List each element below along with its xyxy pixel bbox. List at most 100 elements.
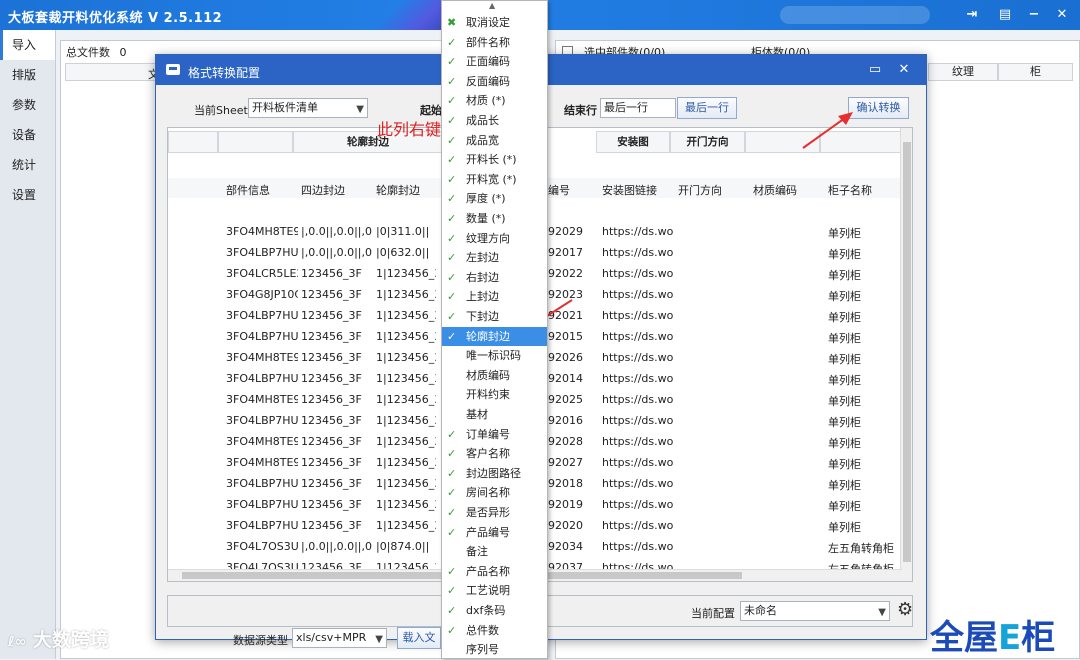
menu-item[interactable]: ✓ 部件名称 bbox=[442, 33, 547, 53]
menu-item-label: 订单编号 bbox=[466, 427, 510, 441]
menu-item[interactable]: ✓ 轮廓封边 bbox=[442, 326, 547, 347]
menu-item[interactable]: 序列号 bbox=[442, 640, 547, 660]
menu-item[interactable]: ✓ 成品宽 bbox=[442, 131, 547, 151]
menu-item-label: 工艺说明 bbox=[466, 584, 510, 598]
menu-item-label: 右封边 bbox=[466, 270, 499, 284]
scroll-up-icon[interactable]: ▲ bbox=[489, 1, 495, 10]
menu-item[interactable]: ✓ 上封边 bbox=[442, 287, 547, 307]
menu-item-label: 产品编号 bbox=[466, 525, 510, 539]
menu-item[interactable]: ✓ 订单编号 bbox=[442, 425, 547, 445]
arrowhead-icon bbox=[838, 112, 853, 125]
menu-item-label: 总件数 bbox=[466, 623, 499, 637]
menu-item-label: 左封边 bbox=[466, 251, 499, 265]
check-icon: ✓ bbox=[447, 192, 457, 206]
menu-item[interactable]: ✓ 是否异形 bbox=[442, 503, 547, 523]
column-context-menu: ▲ ✖ 取消设定 ✓ 部件名称 ✓ 正面编码 ✓ 反面编码 ✓ 材质 (*) ✓ 成品长 ✓ 成品宽 ✓ 开料… bbox=[441, 0, 548, 659]
menu-item-label: 产品名称 bbox=[466, 564, 510, 578]
menu-item-label: 数量 (*) bbox=[466, 212, 506, 225]
menu-item[interactable]: ✓ 客户名称 bbox=[442, 444, 547, 464]
menu-item-label: 取消设定 bbox=[466, 16, 510, 29]
check-icon: ✓ bbox=[447, 564, 457, 578]
menu-item-label: 开料约束 bbox=[466, 388, 510, 402]
check-icon: ✓ bbox=[447, 133, 457, 147]
check-icon: ✓ bbox=[447, 55, 457, 69]
menu-item[interactable]: ✓ 封边图路径 bbox=[442, 464, 547, 484]
check-icon: ✓ bbox=[447, 251, 457, 265]
menu-item[interactable]: ✓ 总件数 bbox=[442, 621, 547, 641]
check-icon: ✓ bbox=[447, 153, 457, 167]
check-icon: ✓ bbox=[447, 427, 457, 441]
menu-item[interactable]: ✓ 下封边 bbox=[442, 307, 547, 327]
menu-item[interactable]: ✓ 工艺说明 bbox=[442, 581, 547, 601]
menu-item-label: 是否异形 bbox=[466, 506, 510, 519]
menu-item-label: 开料宽 (*) bbox=[466, 172, 517, 186]
menu-item[interactable]: ✓ 房间名称 bbox=[442, 483, 547, 503]
menu-item-label: 部件名称 bbox=[466, 35, 510, 49]
menu-item-label: 成品宽 bbox=[466, 133, 499, 147]
menu-item-label: 材质编码 bbox=[466, 368, 510, 382]
menu-item-label: 房间名称 bbox=[466, 486, 510, 500]
menu-item[interactable]: ✓ dxf条码 bbox=[442, 601, 547, 621]
watermark-left-text: 大数跨境 bbox=[32, 629, 109, 651]
menu-item-label: 唯一标识码 bbox=[466, 349, 521, 363]
check-icon: ✓ bbox=[447, 310, 457, 323]
check-icon: ✓ bbox=[447, 506, 457, 519]
menu-item[interactable]: ✖ 取消设定 bbox=[442, 13, 547, 33]
menu-item[interactable]: ✓ 正面编码 bbox=[442, 52, 547, 72]
check-icon: ✓ bbox=[447, 447, 457, 461]
menu-item-label: 纹理方向 bbox=[466, 231, 510, 245]
menu-item[interactable]: ✓ 右封边 bbox=[442, 268, 547, 288]
menu-item[interactable]: ✓ 反面编码 bbox=[442, 72, 547, 92]
menu-item[interactable]: ✓ 开料长 (*) bbox=[442, 150, 547, 170]
watermark-logo-right: 全屋E柜 bbox=[930, 610, 1055, 659]
check-icon: ✓ bbox=[447, 584, 457, 598]
menu-item[interactable]: 开料约束 bbox=[442, 385, 547, 405]
menu-item[interactable]: ✓ 产品编号 bbox=[442, 523, 547, 543]
menu-item-label: 开料长 (*) bbox=[466, 153, 517, 167]
check-icon: ✓ bbox=[447, 329, 457, 343]
check-icon: ✓ bbox=[447, 94, 457, 108]
menu-item-label: 正面编码 bbox=[466, 55, 510, 69]
menu-item[interactable]: ✓ 成品长 bbox=[442, 111, 547, 131]
menu-item-label: 基材 bbox=[466, 408, 488, 421]
menu-item-label: 客户名称 bbox=[466, 447, 510, 461]
menu-item-label: 反面编码 bbox=[466, 74, 510, 88]
watermark-logo-left: ℓ∞ 大数跨境 bbox=[8, 625, 109, 652]
menu-item[interactable]: 材质编码 bbox=[442, 366, 547, 386]
check-icon: ✓ bbox=[447, 486, 457, 500]
cancel-icon: ✖ bbox=[447, 16, 457, 29]
menu-item[interactable]: ✓ 厚度 (*) bbox=[442, 189, 547, 209]
check-icon: ✓ bbox=[447, 114, 457, 127]
check-icon: ✓ bbox=[447, 270, 457, 284]
check-icon: ✓ bbox=[447, 604, 457, 617]
menu-item-label: 下封边 bbox=[466, 310, 499, 323]
menu-item-label: 序列号 bbox=[466, 643, 499, 657]
logo-mark-icon: ℓ∞ bbox=[8, 634, 27, 650]
check-icon: ✓ bbox=[447, 74, 457, 88]
menu-item[interactable]: ✓ 左封边 bbox=[442, 248, 547, 268]
menu-item-label: 封边图路径 bbox=[466, 466, 521, 480]
menu-item[interactable]: ✓ 纹理方向 bbox=[442, 229, 547, 249]
menu-item-label: 备注 bbox=[466, 545, 488, 559]
menu-item-label: 成品长 bbox=[466, 114, 499, 127]
menu-item[interactable]: ✓ 数量 (*) bbox=[442, 209, 547, 229]
menu-item[interactable]: 唯一标识码 bbox=[442, 346, 547, 366]
check-icon: ✓ bbox=[447, 623, 457, 637]
check-icon: ✓ bbox=[447, 525, 457, 539]
menu-item-label: 上封边 bbox=[466, 290, 499, 304]
menu-item-label: 轮廓封边 bbox=[466, 329, 510, 343]
menu-item-label: dxf条码 bbox=[466, 604, 506, 617]
watermark-right-a: 全屋 bbox=[930, 618, 998, 658]
check-icon: ✓ bbox=[447, 212, 457, 225]
arrow-to-confirm bbox=[802, 117, 846, 149]
menu-item[interactable]: 基材 bbox=[442, 405, 547, 425]
check-icon: ✓ bbox=[447, 35, 457, 49]
check-icon: ✓ bbox=[447, 466, 457, 480]
menu-item[interactable]: ✓ 产品名称 bbox=[442, 562, 547, 582]
check-icon: ✓ bbox=[447, 290, 457, 304]
check-icon: ✓ bbox=[447, 231, 457, 245]
menu-item[interactable]: ✓ 开料宽 (*) bbox=[442, 170, 547, 190]
menu-item[interactable]: ✓ 材质 (*) bbox=[442, 91, 547, 111]
watermark-right-b: E bbox=[998, 618, 1022, 658]
menu-item[interactable]: 备注 bbox=[442, 542, 547, 562]
